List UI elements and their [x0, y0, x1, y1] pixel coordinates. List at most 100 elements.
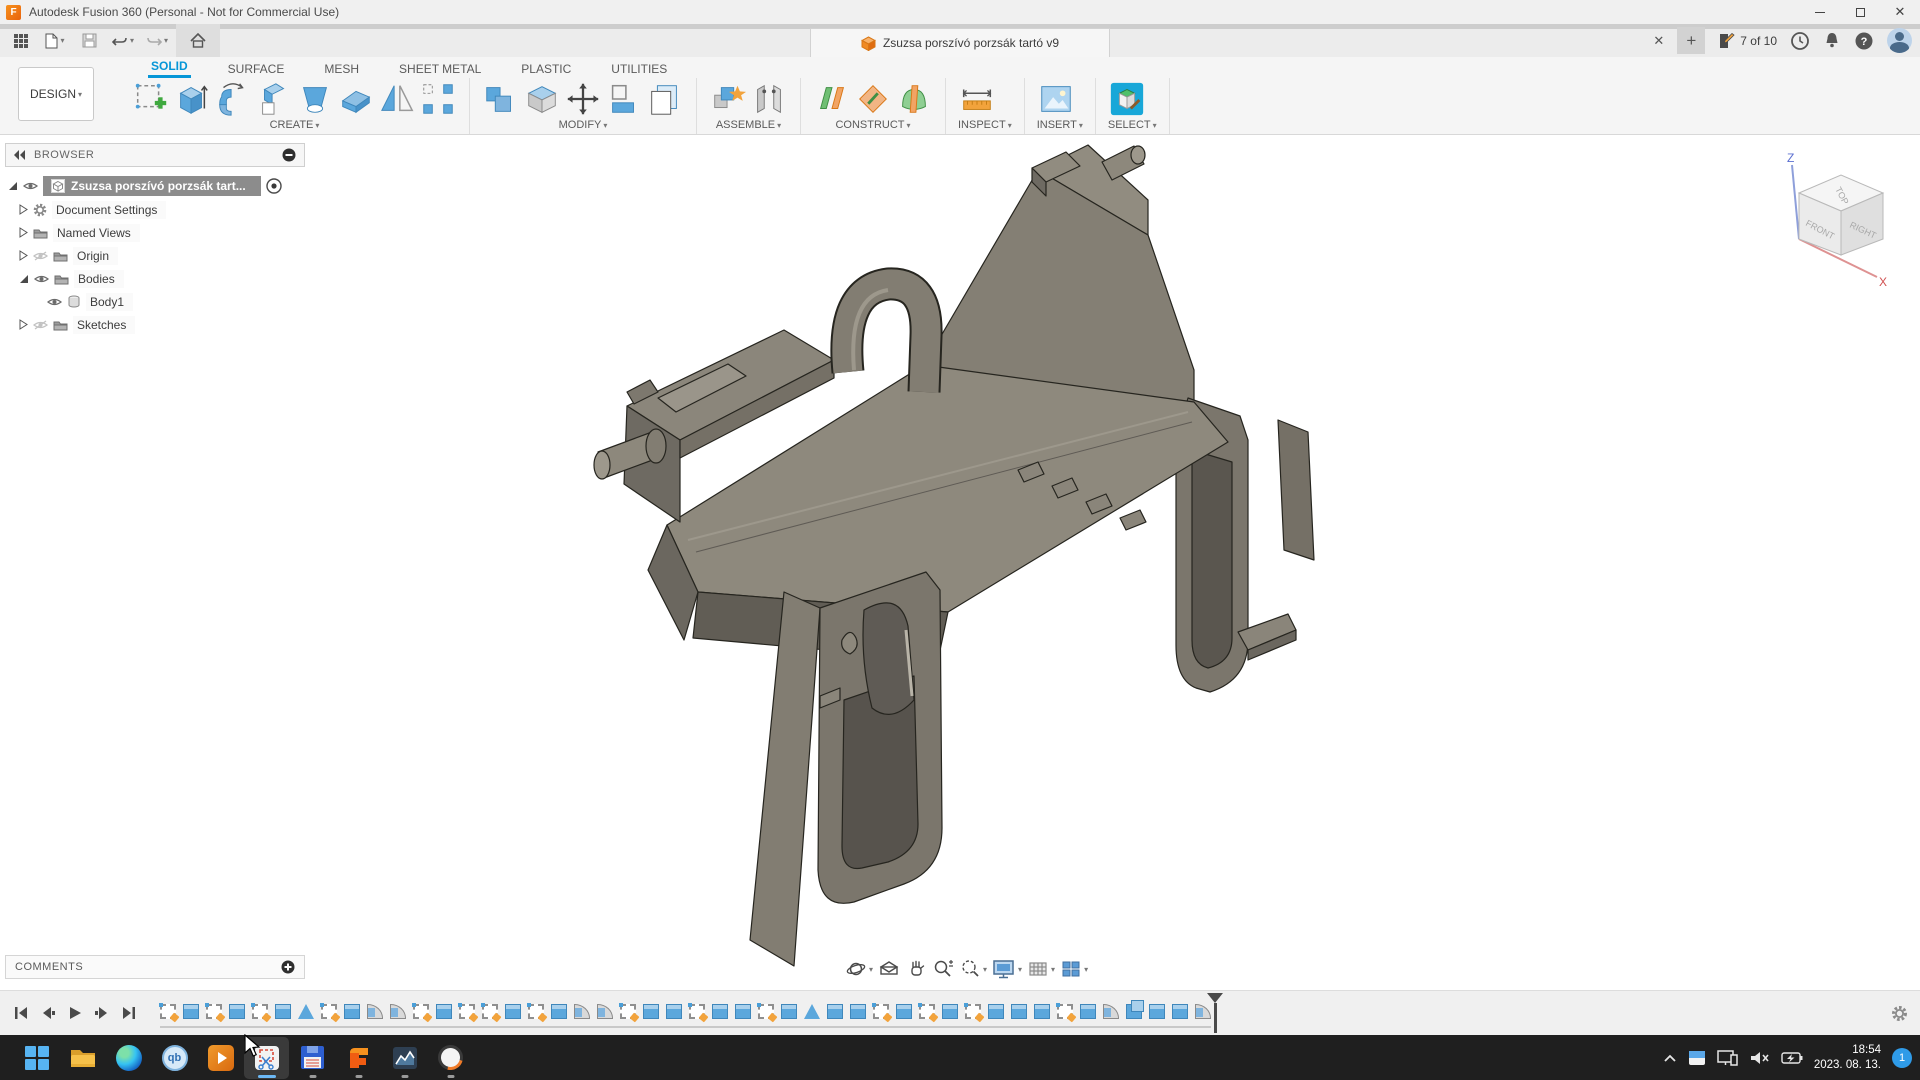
- save-icon[interactable]: [74, 28, 104, 54]
- play-icon[interactable]: [66, 1004, 84, 1022]
- timeline-feature-fillet[interactable]: [574, 1004, 590, 1019]
- move-icon[interactable]: [564, 80, 602, 118]
- timeline-feature-sketch[interactable]: [620, 1004, 636, 1019]
- file-menu-icon[interactable]: [40, 28, 70, 54]
- tab-solid[interactable]: SOLID: [148, 59, 191, 78]
- undo-icon[interactable]: [108, 28, 138, 54]
- step-forward-icon[interactable]: [93, 1004, 111, 1022]
- performance-monitor-button[interactable]: [382, 1037, 427, 1079]
- timeline-feature-extrude[interactable]: [551, 1004, 567, 1019]
- pan-icon[interactable]: [905, 958, 927, 980]
- timeline-feature-fillet[interactable]: [597, 1004, 613, 1019]
- rib-icon[interactable]: [337, 80, 375, 118]
- timeline-feature-sketch[interactable]: [482, 1004, 498, 1019]
- volume-muted-icon[interactable]: [1750, 1050, 1770, 1066]
- browser-item-named-views[interactable]: Named Views: [5, 221, 305, 244]
- timeline-feature-sketch[interactable]: [252, 1004, 268, 1019]
- go-to-start-icon[interactable]: [12, 1004, 30, 1022]
- insert-image-icon[interactable]: [1037, 80, 1075, 118]
- timeline-feature-extrude[interactable]: [344, 1004, 360, 1019]
- timeline-feature-extrude[interactable]: [275, 1004, 291, 1019]
- eye-icon[interactable]: [23, 181, 38, 191]
- timeline-feature-sketch[interactable]: [528, 1004, 544, 1019]
- timeline-feature-sketch[interactable]: [1057, 1004, 1073, 1019]
- timeline-feature-extrude[interactable]: [1011, 1004, 1027, 1019]
- timeline-feature-sketch[interactable]: [321, 1004, 337, 1019]
- mirror-icon[interactable]: [378, 80, 416, 118]
- comments-bar[interactable]: COMMENTS: [5, 955, 305, 979]
- timeline-feature-extrude[interactable]: [436, 1004, 452, 1019]
- modify-group-label[interactable]: MODIFY: [482, 119, 684, 131]
- expanded-arrow-icon[interactable]: [19, 274, 29, 284]
- timeline-feature-fillet[interactable]: [1103, 1004, 1119, 1019]
- edge-browser-button[interactable]: [106, 1037, 151, 1079]
- assemble-group-label[interactable]: ASSEMBLE: [709, 119, 788, 131]
- timeline-feature-extrude[interactable]: [229, 1004, 245, 1019]
- timeline-feature-extrude[interactable]: [850, 1004, 866, 1019]
- extrude-icon[interactable]: [173, 80, 211, 118]
- browser-item-sketches[interactable]: Sketches: [5, 313, 305, 336]
- sweep-icon[interactable]: [255, 80, 293, 118]
- timeline-feature-sketch[interactable]: [160, 1004, 176, 1019]
- close-tab-icon[interactable]: ✕: [1653, 33, 1664, 49]
- help-icon[interactable]: ?: [1854, 31, 1874, 51]
- clock-icon[interactable]: [1790, 31, 1810, 51]
- activate-radio-icon[interactable]: [266, 178, 282, 194]
- tab-surface[interactable]: SURFACE: [225, 62, 288, 78]
- timeline-feature-extrude[interactable]: [666, 1004, 682, 1019]
- collapsed-arrow-icon[interactable]: [19, 250, 28, 261]
- select-group-label[interactable]: SELECT: [1108, 119, 1157, 131]
- double-left-arrows-icon[interactable]: [14, 150, 26, 160]
- inspect-group-label[interactable]: INSPECT: [958, 119, 1012, 131]
- redo-icon[interactable]: [142, 28, 172, 54]
- cad-model-vacuum-bag-holder[interactable]: [588, 140, 1333, 990]
- document-tab[interactable]: Zsuzsa porszívó porzsák tartó v9: [810, 28, 1110, 57]
- timeline-feature-sketch[interactable]: [206, 1004, 222, 1019]
- timeline-feature-extrude[interactable]: [712, 1004, 728, 1019]
- select-icon[interactable]: [1108, 80, 1146, 118]
- fusion-360-button[interactable]: [336, 1037, 381, 1079]
- floppy-app-button[interactable]: [290, 1037, 335, 1079]
- timeline-feature-extrude[interactable]: [643, 1004, 659, 1019]
- timeline-feature-fillet[interactable]: [1195, 1004, 1211, 1019]
- create-group-label[interactable]: CREATE: [132, 119, 457, 131]
- insert-group-label[interactable]: INSERT: [1037, 119, 1083, 131]
- tab-sheet-metal[interactable]: SHEET METAL: [396, 62, 484, 78]
- notification-count-badge[interactable]: 1: [1892, 1048, 1912, 1068]
- timeline-feature-mirror[interactable]: [298, 1004, 314, 1019]
- pattern-icon[interactable]: [419, 80, 457, 118]
- maximize-button[interactable]: [1840, 0, 1880, 24]
- collapsed-arrow-icon[interactable]: [19, 227, 28, 238]
- tab-utilities[interactable]: UTILITIES: [608, 62, 670, 78]
- display-tray-icon[interactable]: [1717, 1049, 1739, 1067]
- timeline-feature-sketch[interactable]: [413, 1004, 429, 1019]
- model-viewport[interactable]: BROWSER Zsuzsa porszívó porzsák tart... …: [0, 135, 1920, 990]
- collapsed-arrow-icon[interactable]: [19, 204, 28, 215]
- timeline-feature-sketch[interactable]: [873, 1004, 889, 1019]
- view-cube[interactable]: Z X TOP FRONT RIGHT: [1769, 149, 1894, 289]
- orbit-icon[interactable]: [845, 958, 873, 980]
- timeline-feature-sketch[interactable]: [965, 1004, 981, 1019]
- tab-plastic[interactable]: PLASTIC: [518, 62, 574, 78]
- timeline-settings-gear-icon[interactable]: [1891, 1005, 1908, 1022]
- timeline-feature-mirror[interactable]: [804, 1004, 820, 1019]
- chevron-up-icon[interactable]: [1663, 1053, 1677, 1063]
- go-to-end-icon[interactable]: [120, 1004, 138, 1022]
- loft-icon[interactable]: [296, 80, 334, 118]
- browser-item-origin[interactable]: Origin: [5, 244, 305, 267]
- timeline-feature-extrude[interactable]: [781, 1004, 797, 1019]
- start-button[interactable]: [14, 1037, 59, 1079]
- notifications-bell-icon[interactable]: [1823, 31, 1841, 51]
- new-tab-button[interactable]: +: [1677, 27, 1705, 54]
- expanded-arrow-icon[interactable]: [8, 181, 18, 191]
- collapsed-arrow-icon[interactable]: [19, 319, 28, 330]
- press-pull-icon[interactable]: [482, 80, 520, 118]
- browser-item-document-settings[interactable]: Document Settings: [5, 198, 305, 221]
- timeline-feature-extrude[interactable]: [988, 1004, 1004, 1019]
- workspace-selector[interactable]: DESIGN: [18, 67, 94, 121]
- app-grid-icon[interactable]: [6, 28, 36, 54]
- account-avatar[interactable]: [1887, 28, 1912, 53]
- timeline-feature-extrude[interactable]: [896, 1004, 912, 1019]
- media-player-button[interactable]: [198, 1037, 243, 1079]
- create-sketch-icon[interactable]: [132, 80, 170, 118]
